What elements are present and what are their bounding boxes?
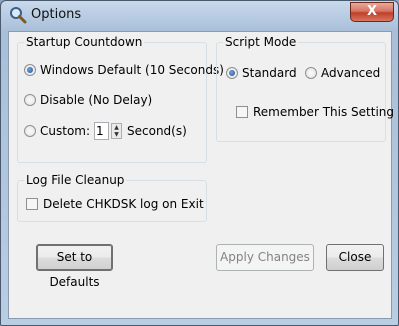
custom-seconds-unit: Second(s): [127, 124, 187, 138]
startup-countdown-group: Startup Countdown Windows Default (10 Se…: [17, 35, 224, 163]
remember-setting-checkbox[interactable]: Remember This Setting: [236, 105, 394, 119]
spin-down-icon[interactable]: ▼: [112, 131, 121, 138]
close-window-button[interactable]: X: [350, 2, 394, 22]
script-mode-legend: Script Mode: [223, 35, 299, 49]
option-custom-label: Custom:: [40, 124, 91, 138]
window-title: Options: [31, 7, 82, 22]
apply-changes-button[interactable]: Apply Changes: [216, 244, 314, 271]
option-standard[interactable]: Standard: [226, 66, 297, 80]
magnifier-icon: [10, 7, 27, 24]
delete-log-label: Delete CHKDSK log on Exit: [43, 197, 204, 211]
options-window: Options X Startup Countdown Windows Defa…: [0, 0, 399, 326]
dialog-client: Startup Countdown Windows Default (10 Se…: [8, 31, 394, 319]
remember-setting-box[interactable]: [236, 106, 248, 118]
option-custom[interactable]: Custom: 1 ▲ ▼ Second(s): [24, 122, 187, 140]
delete-log-box[interactable]: [26, 198, 38, 210]
set-to-defaults-button[interactable]: Set to Defaults: [36, 244, 113, 289]
delete-log-checkbox[interactable]: Delete CHKDSK log on Exit: [26, 197, 204, 211]
option-windows-default[interactable]: Windows Default (10 Seconds): [24, 63, 224, 77]
close-button[interactable]: Close: [326, 244, 384, 271]
option-windows-default-label: Windows Default (10 Seconds): [40, 63, 224, 77]
custom-seconds-input[interactable]: 1: [94, 122, 110, 140]
option-standard-label: Standard: [242, 66, 297, 80]
radio-custom[interactable]: [24, 125, 36, 137]
remember-setting-label: Remember This Setting: [253, 105, 394, 119]
radio-windows-default[interactable]: [24, 64, 36, 76]
option-advanced[interactable]: Advanced: [305, 66, 380, 80]
log-cleanup-group: Log File Cleanup Delete CHKDSK log on Ex…: [17, 173, 207, 222]
option-advanced-label: Advanced: [321, 66, 381, 80]
option-disable[interactable]: Disable (No Delay): [24, 93, 152, 107]
spin-up-icon[interactable]: ▲: [112, 124, 121, 131]
log-cleanup-legend: Log File Cleanup: [24, 173, 127, 187]
option-disable-label: Disable (No Delay): [40, 93, 153, 107]
title-bar[interactable]: Options X: [1, 1, 398, 31]
custom-seconds-spinner[interactable]: ▲ ▼: [111, 123, 123, 139]
radio-standard[interactable]: [226, 67, 238, 79]
radio-disable[interactable]: [24, 94, 36, 106]
startup-countdown-legend: Startup Countdown: [24, 35, 145, 49]
radio-advanced[interactable]: [305, 67, 317, 79]
script-mode-group: Script Mode Standard Advanced Remember T…: [216, 35, 394, 142]
